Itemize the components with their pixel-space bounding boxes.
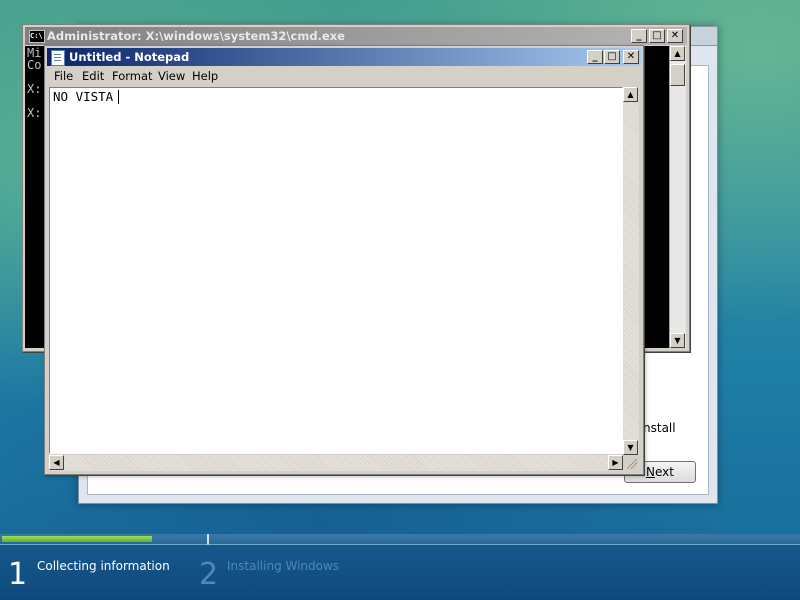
menu-edit[interactable]: Edit: [82, 67, 104, 86]
install-text: nstall: [643, 421, 676, 435]
menu-file[interactable]: File: [54, 67, 73, 86]
notepad-maximize-button[interactable]: □: [604, 50, 620, 64]
resize-grip-icon[interactable]: [623, 455, 639, 471]
notepad-scroll-right-icon[interactable]: ▶: [608, 455, 623, 470]
cmd-titlebar[interactable]: C:\ Administrator: X:\windows\system32\c…: [25, 27, 687, 45]
notepad-scroll-down-icon[interactable]: ▼: [623, 440, 638, 455]
cmd-close-button[interactable]: ✕: [667, 29, 683, 43]
cmd-line: X:: [27, 82, 42, 96]
cmd-scroll-down-icon[interactable]: ▼: [670, 333, 685, 348]
notepad-window[interactable]: Untitled - Notepad _ □ ✕ File Edit Forma…: [44, 45, 644, 475]
cmd-vertical-scrollbar[interactable]: ▲ ▼: [669, 46, 686, 348]
cmd-scroll-up-icon[interactable]: ▲: [670, 46, 685, 61]
setup-steps-bar: 1 Collecting information 2 Installing Wi…: [0, 545, 800, 600]
menu-view[interactable]: View: [158, 67, 185, 86]
next-rest: ext: [655, 465, 674, 479]
notepad-close-button[interactable]: ✕: [623, 50, 639, 64]
step-2-label: Installing Windows: [227, 559, 340, 573]
cmd-scroll-thumb[interactable]: [670, 64, 685, 86]
step-1-number: 1: [8, 557, 28, 592]
notepad-icon: [51, 50, 65, 66]
setup-close-button[interactable]: [690, 26, 718, 46]
cmd-icon: C:\: [29, 30, 45, 43]
notepad-scroll-up-icon[interactable]: ▲: [623, 87, 638, 102]
notepad-menubar: File Edit Format View Help: [47, 67, 641, 86]
notepad-title: Untitled - Notepad: [69, 50, 190, 64]
cmd-line: Co: [27, 58, 42, 72]
notepad-horizontal-scrollbar[interactable]: ◀ ▶: [49, 455, 623, 471]
notepad-text-area[interactable]: NO VISTA: [49, 87, 623, 454]
cmd-minimize-button[interactable]: _: [631, 29, 647, 43]
setup-progress-fill: [2, 536, 152, 542]
notepad-minimize-button[interactable]: _: [587, 50, 603, 64]
menu-format[interactable]: Format: [112, 67, 153, 86]
cmd-maximize-button[interactable]: □: [649, 29, 665, 43]
text-caret: [118, 90, 119, 104]
cmd-title: Administrator: X:\windows\system32\cmd.e…: [47, 29, 345, 43]
next-accel: N: [646, 465, 655, 479]
notepad-titlebar[interactable]: Untitled - Notepad _ □ ✕: [47, 48, 641, 66]
cmd-line: X:: [27, 106, 42, 120]
notepad-content: NO VISTA: [53, 89, 114, 104]
notepad-scroll-left-icon[interactable]: ◀: [49, 455, 64, 470]
step-2-number: 2: [199, 557, 219, 592]
step-1-label: Collecting information: [37, 559, 170, 573]
notepad-vertical-scrollbar[interactable]: ▲ ▼: [623, 87, 639, 455]
menu-help[interactable]: Help: [192, 67, 218, 86]
